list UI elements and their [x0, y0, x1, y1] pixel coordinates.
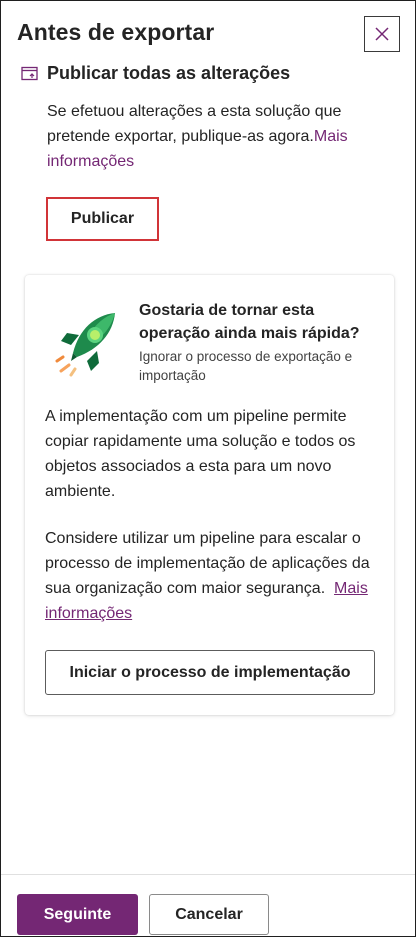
pipeline-card-heading: Gostaria de tornar esta operação ainda m… — [139, 302, 360, 342]
publish-window-icon — [21, 66, 38, 80]
next-button[interactable]: Seguinte — [17, 894, 138, 935]
footer-divider — [1, 874, 415, 875]
panel-title: Antes de exportar — [17, 19, 215, 45]
publish-section-header: Publicar todas as alterações — [21, 63, 290, 84]
rocket-icon — [55, 313, 115, 377]
close-icon — [375, 27, 389, 41]
pipeline-card-paragraph-2-text: Considere utilizar um pipeline para esca… — [45, 530, 370, 597]
cancel-button[interactable]: Cancelar — [149, 894, 269, 935]
pipeline-card-paragraph-1: A implementação com um pipeline permite … — [45, 408, 356, 500]
publish-description: Se efetuou alterações a esta solução que… — [47, 99, 387, 174]
pipeline-card-subheading: Ignorar o processo de exportação e impor… — [139, 349, 353, 383]
pipeline-card-paragraph-2: Considere utilizar um pipeline para esca… — [45, 526, 385, 626]
close-button[interactable] — [364, 16, 400, 52]
start-deployment-button[interactable]: Iniciar o processo de implementação — [45, 650, 375, 695]
export-panel: Antes de exportar Publicar todas as alte… — [0, 0, 416, 937]
pipeline-card: Gostaria de tornar esta operação ainda m… — [25, 275, 394, 715]
publish-section-heading: Publicar todas as alterações — [47, 63, 291, 83]
publish-description-text: Se efetuou alterações a esta solução que… — [47, 103, 342, 145]
publish-button[interactable]: Publicar — [46, 197, 159, 241]
